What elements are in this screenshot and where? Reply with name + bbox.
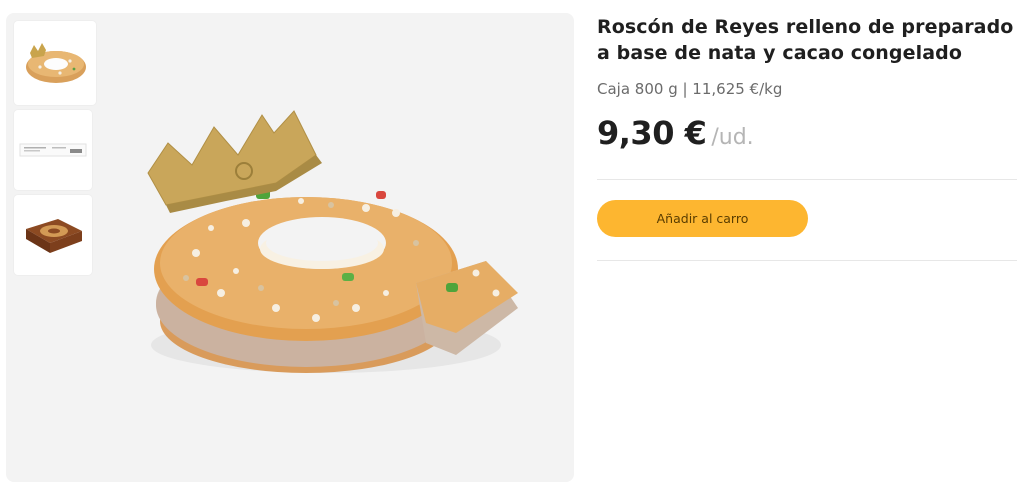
thumbnail-box[interactable] xyxy=(14,195,92,275)
product-info: Roscón de Reyes relleno de preparado a b… xyxy=(597,14,1017,152)
add-to-cart-button[interactable]: Añadir al carro xyxy=(597,200,808,237)
divider-top xyxy=(597,179,1017,180)
product-gallery xyxy=(6,13,574,482)
product-format: Caja 800 g | 11,625 €/kg xyxy=(597,80,783,98)
price-unit: /ud. xyxy=(711,125,754,150)
box-thumbnail-image xyxy=(26,219,82,253)
thumbnail-roscon[interactable] xyxy=(14,21,96,105)
roscon-thumbnail-image xyxy=(26,43,86,83)
thumbnail-label[interactable] xyxy=(14,110,92,190)
price-row: 9,30 € /ud. xyxy=(597,114,1017,152)
roscon-cake-image xyxy=(147,110,518,373)
label-thumbnail-image xyxy=(19,143,87,157)
product-main-image xyxy=(126,93,526,393)
thumbnail-list xyxy=(14,21,96,280)
product-title: Roscón de Reyes relleno de preparado a b… xyxy=(597,16,1014,64)
product-price: 9,30 € xyxy=(597,114,707,152)
divider-bottom xyxy=(597,260,1017,261)
